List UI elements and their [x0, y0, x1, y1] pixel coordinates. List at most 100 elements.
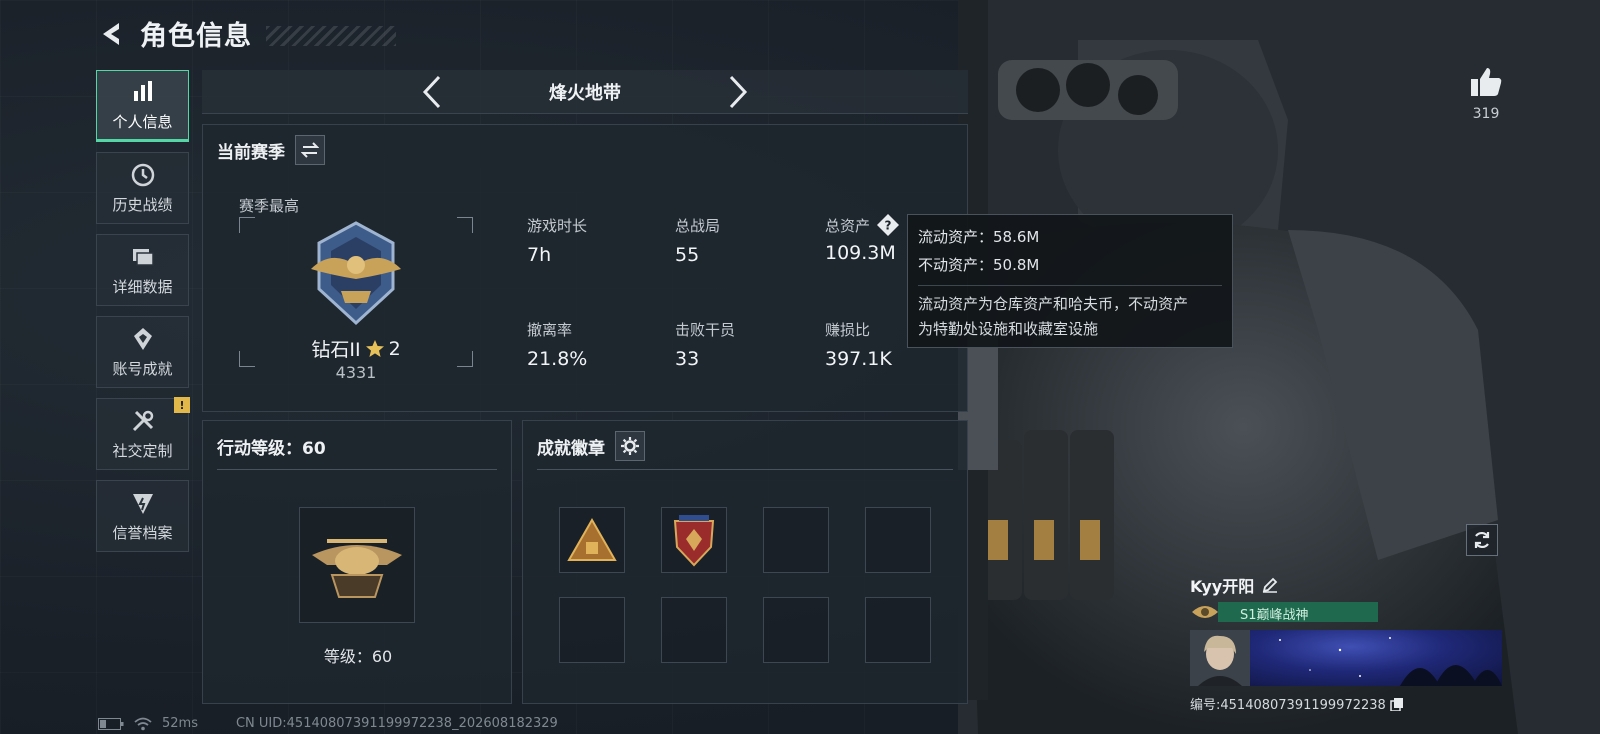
history-icon — [131, 163, 154, 186]
rank-name: 钻石II — [311, 339, 361, 361]
stat-label: 总资产 — [825, 216, 871, 235]
player-card: Kyy开阳 S1巅峰战神 编号:45140807391199972238 — [1190, 572, 1502, 713]
achievement-icon — [133, 327, 152, 350]
season-title: 当前赛季 — [217, 142, 285, 163]
refresh-button[interactable] — [1466, 524, 1498, 556]
reputation-icon — [132, 493, 153, 514]
shield-badge-icon — [673, 515, 715, 567]
badge-slot-4[interactable] — [865, 507, 931, 573]
sidebar: 个人信息 历史战绩 详细数据 账号成就 社交定制 ! 信誉档案 — [96, 70, 190, 562]
sidebar-item-label: 账号成就 — [112, 359, 173, 378]
action-level-panel: 行动等级：60 等级：60 — [202, 420, 512, 704]
svg-text:?: ? — [885, 219, 892, 233]
swap-icon — [301, 142, 319, 158]
folders-icon — [132, 248, 154, 266]
tooltip-fixed-assets: 不动资产：50.8M — [918, 256, 1040, 274]
rank-score: 4331 — [335, 363, 377, 382]
badge-slot-7[interactable] — [763, 597, 829, 663]
title-emblem-icon — [1192, 606, 1218, 618]
sidebar-item-label: 历史战绩 — [112, 195, 173, 214]
player-title-tag: S1巅峰战神 — [1218, 602, 1378, 623]
player-uid: 编号:45140807391199972238 — [1190, 698, 1386, 713]
divider — [537, 469, 953, 470]
badge-slot-1[interactable] — [559, 507, 625, 573]
back-icon[interactable] — [96, 17, 130, 51]
triangle-badge-icon — [567, 518, 617, 561]
title-decoration — [266, 25, 396, 46]
badge-slot-8[interactable] — [865, 597, 931, 663]
season-best-label: 赛季最高 — [239, 197, 300, 215]
badge-settings-button[interactable] — [615, 431, 645, 461]
cn-uid: CN UID:45140807391199972238_202608182329 — [235, 716, 558, 731]
badge-slot-3[interactable] — [763, 507, 829, 573]
like-count: 319 — [1472, 106, 1500, 122]
stat-extraction-rate: 撤离率 21.8% — [527, 319, 667, 370]
refresh-icon — [1474, 531, 1490, 549]
current-season-panel: 当前赛季 赛季最高 钻石II 2 4331 游戏时长 7h 总战局 55 总资产 — [202, 124, 968, 412]
stat-value: 33 — [675, 348, 700, 370]
copy-icon[interactable] — [1390, 697, 1404, 711]
gear-icon — [621, 437, 639, 455]
assets-tooltip: 流动资产：58.6M 不动资产：50.8M 流动资产为仓库资产和哈夫币，不动资产… — [907, 214, 1233, 348]
wifi-icon — [134, 717, 152, 730]
tooltip-note-line-1: 流动资产为仓库资产和哈夫币，不动资产 — [918, 295, 1189, 313]
prev-mode-arrow-icon[interactable] — [417, 74, 447, 110]
rank-stars: 2 — [388, 337, 401, 360]
sidebar-item-label: 个人信息 — [112, 112, 173, 131]
bar-chart-icon — [133, 80, 152, 101]
help-icon[interactable]: ? — [876, 213, 900, 237]
helicopter-level-emblem-icon — [312, 539, 402, 598]
star-icon — [365, 339, 384, 357]
page-title: 角色信息 — [140, 21, 252, 52]
status-footer: 52ms CN UID:45140807391199972238_2026081… — [98, 716, 558, 731]
page-header: 角色信息 — [96, 14, 396, 53]
switch-season-button[interactable] — [295, 135, 325, 165]
banner-artwork — [1250, 630, 1502, 686]
achievement-badges-panel: 成就徽章 — [522, 420, 968, 704]
sidebar-item-reputation[interactable]: 信誉档案 — [96, 480, 189, 552]
battery-icon — [98, 717, 124, 730]
stat-label: 撤离率 — [527, 321, 573, 339]
player-banner — [1190, 630, 1502, 686]
like-widget[interactable]: 319 — [1456, 66, 1516, 122]
stat-operators-defeated: 击败干员 33 — [675, 319, 815, 370]
tools-icon — [132, 410, 153, 431]
level-text: 等级：60 — [323, 647, 393, 666]
next-mode-arrow-icon[interactable] — [723, 74, 753, 110]
thumbs-up-icon — [1471, 68, 1502, 96]
sidebar-item-detailed-data[interactable]: 详细数据 — [96, 234, 189, 306]
sidebar-item-personal-info[interactable]: 个人信息 — [96, 70, 189, 142]
banner-starfield — [1279, 637, 1502, 686]
stat-label: 击败干员 — [675, 321, 736, 339]
stat-value: 21.8% — [527, 348, 588, 370]
sidebar-item-social-custom[interactable]: 社交定制 ! — [96, 397, 190, 470]
rank-name-row: 钻石II 2 — [239, 335, 473, 362]
stat-play-time: 游戏时长 7h — [527, 215, 667, 266]
diamond-rank-emblem-icon — [311, 221, 401, 326]
stat-value: 397.1K — [825, 348, 892, 370]
tooltip-divider — [918, 285, 1222, 286]
stat-label: 总战局 — [675, 217, 721, 235]
tooltip-liquid-assets: 流动资产：58.6M — [918, 228, 1040, 246]
sidebar-item-label: 社交定制 — [112, 441, 173, 460]
badge-slot-6[interactable] — [661, 597, 727, 663]
sidebar-item-label: 信誉档案 — [112, 523, 173, 542]
stat-label: 游戏时长 — [527, 217, 588, 235]
mode-title: 烽火地带 — [549, 82, 621, 104]
sidebar-item-achievements[interactable]: 账号成就 — [96, 316, 189, 388]
sidebar-item-history[interactable]: 历史战绩 — [96, 152, 189, 224]
season-header: 当前赛季 — [217, 135, 325, 165]
player-name: Kyy开阳 — [1190, 577, 1255, 596]
divider — [217, 469, 497, 470]
badges-title: 成就徽章 — [537, 438, 605, 459]
badge-slot-5[interactable] — [559, 597, 625, 663]
edit-pencil-icon[interactable] — [1262, 577, 1278, 593]
ping-value: 52ms — [162, 716, 198, 731]
level-emblem-frame — [299, 507, 415, 623]
mode-selector: 烽火地带 — [202, 70, 968, 114]
sidebar-item-label: 详细数据 — [112, 277, 173, 296]
stat-value: 7h — [527, 244, 552, 266]
avatar[interactable] — [1190, 630, 1250, 686]
badge-slot-2[interactable] — [661, 507, 727, 573]
notification-badge: ! — [174, 397, 190, 413]
